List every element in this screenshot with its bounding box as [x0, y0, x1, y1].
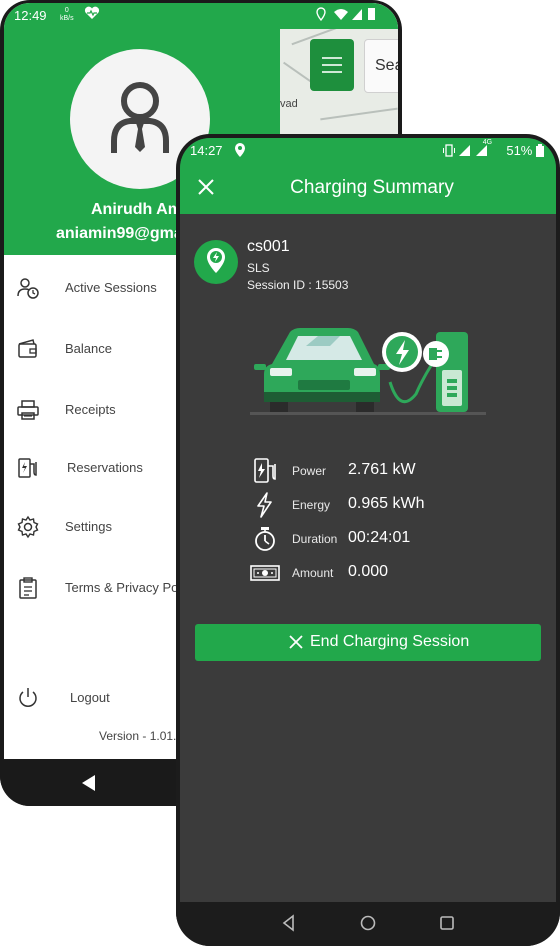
charger-icon: [254, 458, 276, 483]
metric-duration: Duration 00:24:01: [250, 524, 530, 554]
user-email: aniamin99@gma: [56, 225, 183, 242]
app-version: Version - 1.01.1: [99, 729, 184, 743]
metric-value: 0.965 kWh: [348, 495, 425, 512]
session-id: Session ID : 15503: [247, 278, 349, 292]
heart-icon: [84, 6, 100, 23]
metric-label: Energy: [292, 498, 331, 512]
status-icons: 4G 51%: [442, 139, 544, 158]
status-bar: 12:49 0 kB/s: [4, 3, 398, 29]
system-navigation-bar: [176, 902, 560, 946]
gear-icon: [17, 515, 39, 539]
location-wifi-signal-icon: [316, 7, 375, 22]
receipt-printer-icon: [17, 400, 39, 420]
menu-label: Receipts: [65, 402, 116, 417]
home-nav-button[interactable]: [359, 914, 377, 932]
end-button-label: End Charging Session: [310, 633, 470, 650]
status-time: 12:49: [14, 8, 47, 23]
close-icon: [289, 635, 303, 649]
station-marker-icon: [194, 240, 238, 284]
battery-icon: [536, 144, 544, 157]
metric-label: Duration: [292, 532, 338, 546]
network-speed: 0 kB/s: [60, 7, 74, 22]
map-search-input[interactable]: Sea: [364, 39, 398, 93]
menu-label: Terms & Privacy Pol: [65, 580, 182, 595]
wallet-icon: [18, 339, 37, 358]
user-name: Anirudh Am: [91, 201, 182, 218]
active-sessions-icon: [17, 278, 39, 299]
metric-energy: Energy 0.965 kWh: [250, 490, 530, 520]
cash-icon: [250, 565, 280, 581]
metric-power: Power 2.761 kW: [250, 456, 530, 486]
charging-station-icon: [18, 458, 37, 478]
map-menu-button[interactable]: [310, 39, 354, 91]
station-operator: SLS: [247, 261, 270, 275]
status-icons: [316, 7, 380, 24]
battery-percent: 51%: [506, 143, 533, 158]
menu-label: Active Sessions: [65, 280, 157, 295]
back-nav-button[interactable]: [82, 775, 95, 791]
power-icon: [19, 688, 37, 707]
car-charging-illustration: [250, 328, 486, 415]
station-name: cs001: [247, 238, 290, 255]
vibrate-signal-icon: [442, 144, 487, 157]
recents-nav-button[interactable]: [438, 914, 456, 932]
metric-label: Power: [292, 464, 327, 478]
front-phone: 14:27 4G 51% Charging Summary cs001 SLS …: [176, 134, 560, 946]
metric-value: 0.000: [348, 563, 389, 580]
page-title: Charging Summary: [290, 177, 454, 198]
metric-amount: Amount 0.000: [250, 558, 530, 588]
menu-label: Settings: [65, 519, 112, 534]
map-road: [320, 107, 398, 121]
status-bar: 14:27 4G 51%: [180, 138, 556, 162]
menu-label: Reservations: [67, 460, 143, 475]
metric-value: 2.761 kW: [348, 461, 416, 478]
status-time: 14:27: [190, 143, 223, 158]
location-icon: [235, 143, 245, 157]
map-city-label: vad: [280, 98, 298, 110]
metric-value: 00:24:01: [348, 529, 411, 546]
back-nav-button[interactable]: [280, 914, 298, 932]
clipboard-icon: [19, 577, 37, 599]
lightning-icon: [257, 492, 272, 518]
menu-label: Logout: [70, 690, 110, 705]
app-header: Charging Summary: [180, 162, 556, 214]
stopwatch-icon: [255, 527, 275, 551]
metric-label: Amount: [292, 566, 334, 580]
menu-label: Balance: [65, 341, 112, 356]
end-charging-session-button[interactable]: End Charging Session: [195, 624, 541, 661]
charging-summary-screen: 14:27 4G 51% Charging Summary cs001 SLS …: [180, 138, 556, 902]
